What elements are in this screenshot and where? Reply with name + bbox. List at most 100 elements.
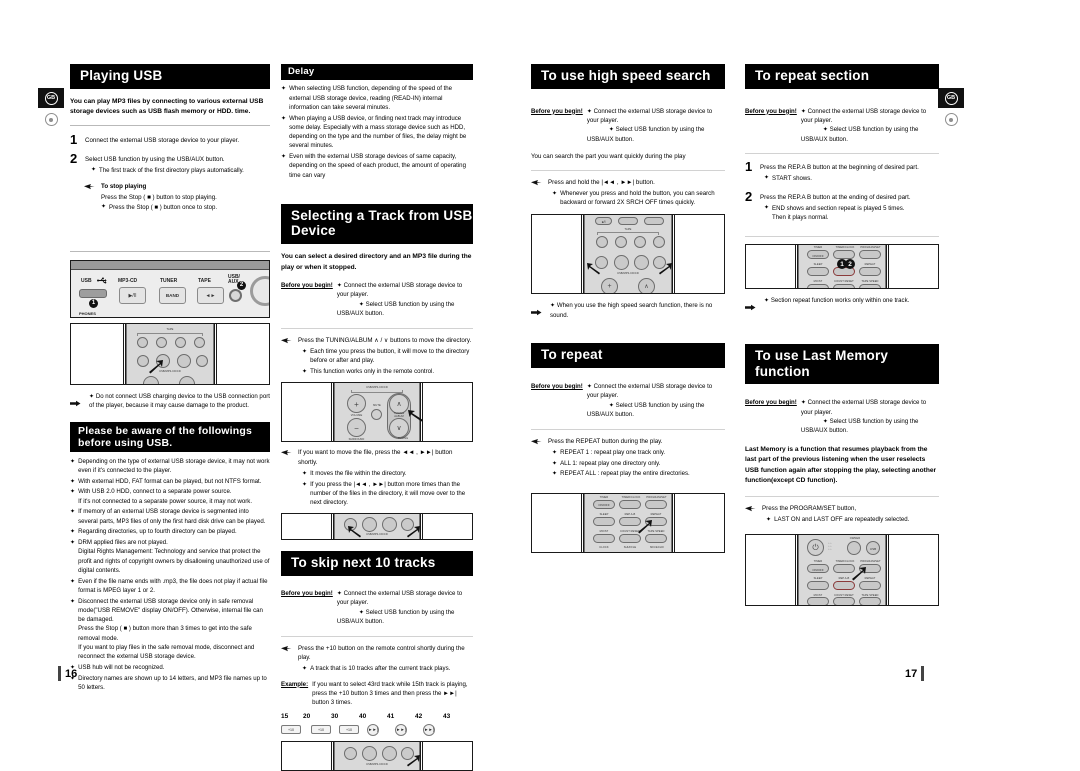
device-button-mp3cd[interactable]: ▶/II: [119, 286, 146, 304]
remote-button-rewind-tape[interactable]: [137, 336, 148, 348]
playing-usb-title: Playing USB: [70, 64, 270, 89]
device-button-tuner[interactable]: BAND: [159, 286, 186, 304]
remote-label-timer: TIMER: [813, 246, 823, 250]
remote-button-sleep[interactable]: [807, 267, 829, 277]
remote-button-playpause[interactable]: [634, 255, 649, 271]
remote-button-program-set[interactable]: [859, 250, 881, 260]
remote-button-volume-down[interactable]: −: [347, 418, 366, 438]
column-repeat-section-lastmemory: To repeat section Before you begin! ✦ Co…: [745, 64, 939, 607]
remote-button-count-reset[interactable]: [619, 533, 641, 543]
delay-text: When selecting USB function, depending o…: [289, 85, 453, 111]
seq-value: 15: [281, 712, 289, 720]
remote-label-timer: TIMER: [599, 495, 609, 499]
usb-symbol-icon: [97, 277, 107, 284]
device-button-tape[interactable]: ◄►: [197, 286, 224, 304]
remote-button-next[interactable]: [196, 354, 208, 367]
device-volume-knob[interactable]: [250, 275, 269, 306]
remote-button-ff-tape[interactable]: [653, 236, 665, 249]
remote-button-play-tape[interactable]: [175, 336, 186, 348]
remote-button-playpause[interactable]: [177, 353, 191, 368]
pointing-hand-icon: [281, 336, 293, 344]
remote-button-volume-up[interactable]: +: [601, 278, 618, 294]
remote-button-playpause[interactable]: [382, 517, 397, 533]
key-plus10-icon[interactable]: +10: [339, 725, 359, 735]
before-you-begin-label: Before you begin!: [531, 107, 583, 115]
remote-button-owner[interactable]: [847, 541, 861, 556]
remote-button-timer-clock[interactable]: [619, 499, 641, 509]
pointer-arrow-icon: [348, 526, 361, 538]
remote-button-timer-onoff[interactable]: ON/OFF: [807, 250, 829, 260]
remote-button-stop[interactable]: [362, 517, 377, 533]
remote-button-rewind-tape[interactable]: [596, 236, 608, 249]
before-items: ✦ Connect the external USB storage devic…: [587, 107, 725, 145]
stop-playing-block: To stop playing Press the Stop ( ■ ) but…: [70, 182, 270, 213]
remote-button-stop[interactable]: [614, 255, 629, 271]
remote-button-ff-tape[interactable]: [194, 336, 205, 348]
remote-button-count-reset[interactable]: [833, 597, 855, 606]
remote-button-count-reset[interactable]: [833, 284, 855, 289]
bullet-text: ALL 1: repeat play one directory only.: [560, 459, 661, 467]
delay-text: Even with the external USB storage devic…: [289, 153, 466, 179]
remote-button-power[interactable]: ⏻: [807, 539, 824, 557]
remote-button-play-tape[interactable]: [634, 236, 646, 249]
bullet-marker-icon: ✦: [302, 480, 308, 488]
remote-button-tape-speed[interactable]: [645, 533, 667, 543]
remote-button-timer-clock[interactable]: [833, 250, 855, 260]
remote-label-programset: PROGRAM/SET: [860, 246, 881, 250]
remote-button-rep-ab[interactable]: [833, 581, 855, 591]
bullet-marker-icon: ✦: [281, 153, 287, 161]
remote-button-repeat[interactable]: [859, 267, 881, 277]
remote-button-volume-up[interactable]: [143, 375, 159, 384]
seq-value: 30: [331, 712, 339, 720]
pointing-hand-icon: [281, 448, 293, 456]
remote-fig-right-blank: [889, 245, 938, 289]
remote-button-stop[interactable]: [362, 745, 377, 761]
bullet-marker-icon: ✦: [281, 114, 287, 122]
pointing-hand-icon: [745, 504, 757, 512]
bullet-text: A track that is 10 tracks after the curr…: [310, 665, 451, 673]
device-knob-usbaux[interactable]: [229, 288, 242, 302]
remote-button-aux[interactable]: [618, 217, 638, 226]
bullet-marker-icon: ✦: [552, 470, 558, 478]
remote-button-timer-onoff[interactable]: ON/OFF: [593, 499, 615, 509]
remote-button-program-set[interactable]: [645, 499, 667, 509]
seq-value: 20: [303, 712, 311, 720]
key-next-icon[interactable]: ►►|: [423, 723, 435, 736]
page-rule: [58, 666, 61, 681]
remote-button-tape-speed[interactable]: [859, 284, 881, 289]
remote-button-sleep[interactable]: [593, 516, 615, 526]
device-top-strip: [71, 260, 269, 270]
remote-button-most[interactable]: [807, 284, 829, 289]
remote-button-usb[interactable]: USB: [866, 541, 880, 556]
remote-button-tape-speed[interactable]: [859, 597, 881, 606]
step-1-bullet: START shows.: [772, 175, 812, 183]
remote-button-repeat[interactable]: [859, 581, 881, 591]
callout-1: 1: [89, 298, 98, 308]
remote-fig-left-blank: [282, 514, 331, 540]
select-track-instruction-1: Press the TUNING/ALBUM ∧ / ∨ buttons to …: [281, 336, 473, 376]
caution-item: ✦ Directory names are shown up to 14 lett…: [70, 674, 270, 693]
remote-button-playpause[interactable]: [382, 745, 397, 761]
before-item-text: Connect the external USB storage device …: [336, 589, 463, 607]
remote-button-mute[interactable]: [371, 409, 382, 421]
remote-button-timer-onoff[interactable]: ON/OFF: [807, 564, 829, 574]
remote-button-source[interactable]: [644, 217, 664, 226]
remote-button-most[interactable]: [593, 533, 615, 543]
remote-button-power[interactable]: ●/Ⅰ: [595, 217, 612, 226]
key-next-icon[interactable]: ►►|: [395, 723, 407, 736]
step-2-bullet-row: ✦ END shows and section repeat is played…: [760, 204, 911, 222]
remote-button-tuning-up[interactable]: [179, 375, 195, 384]
remote-button-prev[interactable]: [344, 746, 357, 760]
key-plus10-icon[interactable]: +10: [311, 725, 331, 735]
remote-button-sleep[interactable]: [807, 581, 829, 591]
remote-button-tuning-up[interactable]: ∧: [638, 278, 655, 294]
key-plus10-icon[interactable]: +10: [281, 725, 301, 735]
remote-fig-left-blank: [746, 535, 795, 606]
remote-button-stop-tape[interactable]: [615, 236, 627, 249]
remote-button-most[interactable]: [807, 597, 829, 606]
key-next-icon[interactable]: ►►|: [367, 723, 379, 736]
remote-label-repeat: REPEAT: [650, 512, 662, 516]
manual-page: GB GB Playing USB You can play MP3 files…: [0, 0, 1080, 771]
remote-button-stop-tape[interactable]: [156, 336, 167, 348]
remote-button-volume-up[interactable]: +: [347, 394, 366, 414]
